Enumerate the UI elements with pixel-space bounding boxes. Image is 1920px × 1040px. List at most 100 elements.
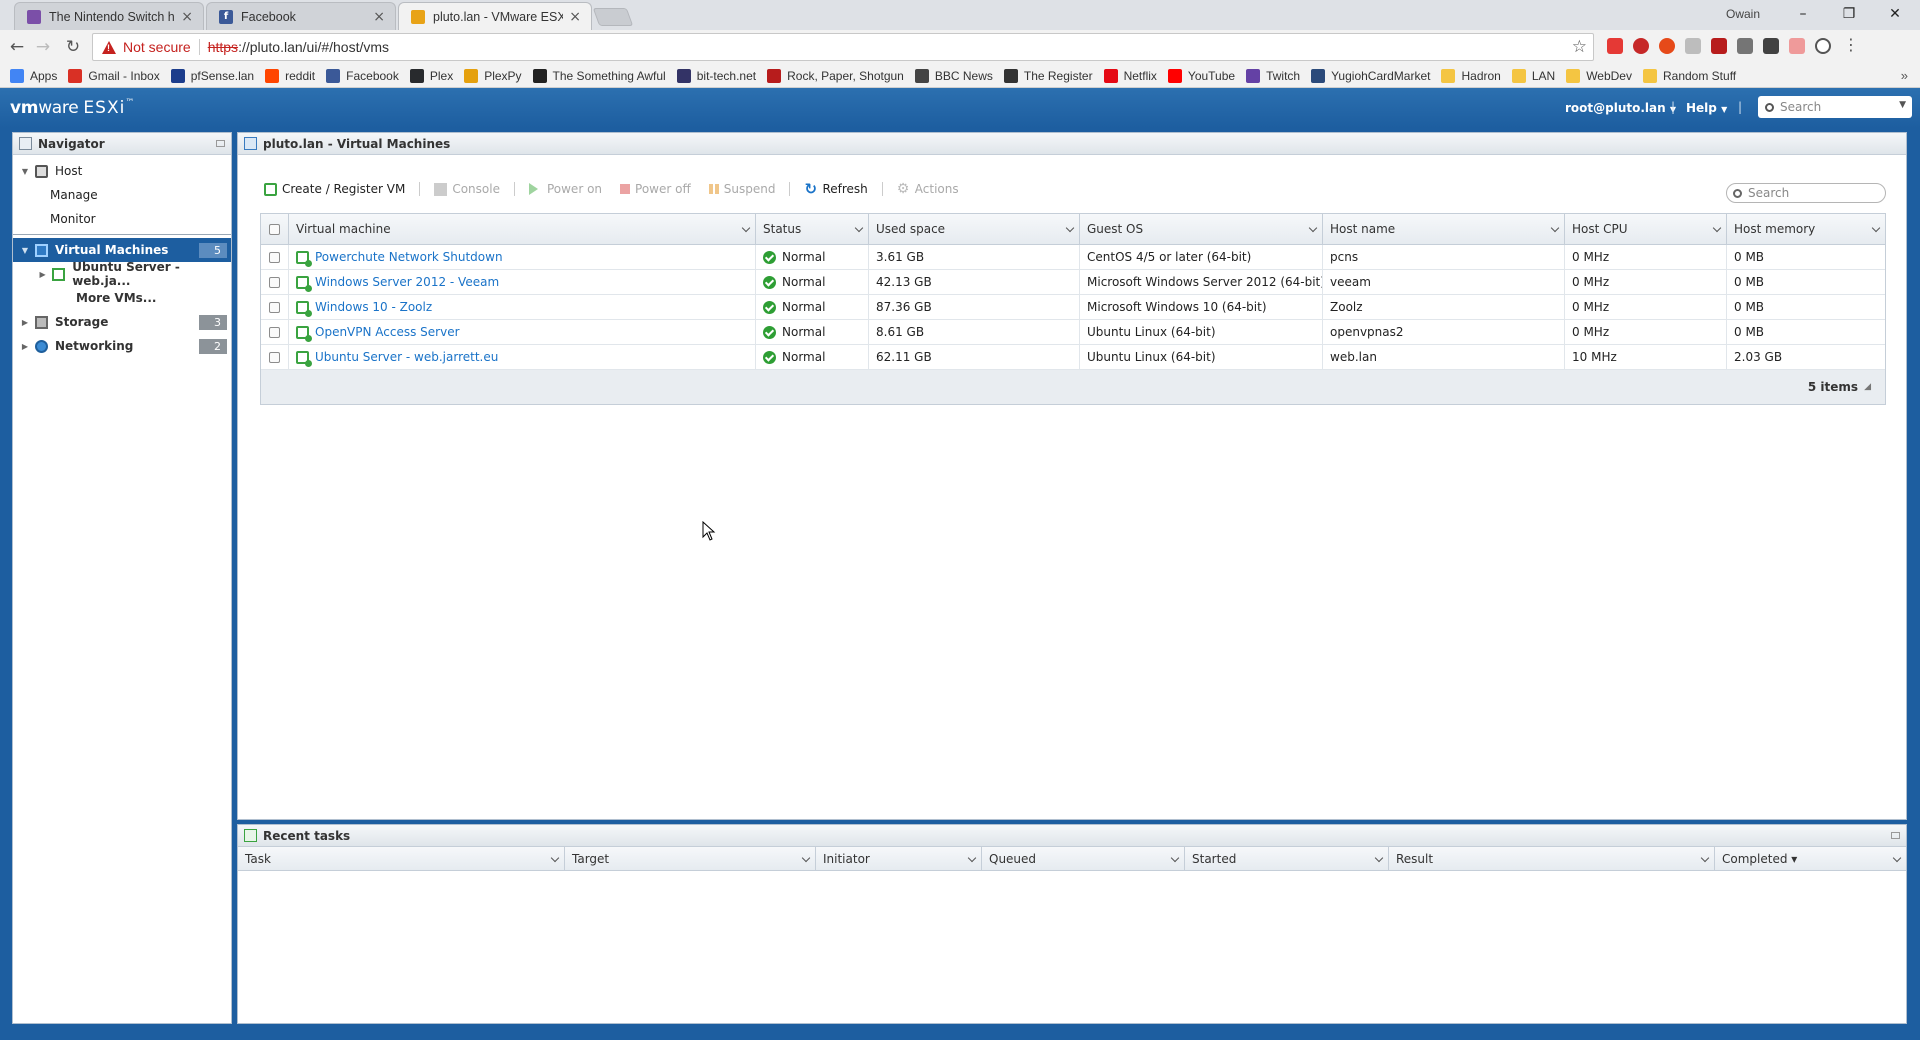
expand-triangle-icon[interactable]: ▶ — [37, 270, 48, 279]
bookmark-random-stuff[interactable]: Random Stuff — [1642, 68, 1736, 83]
select-all-checkbox[interactable] — [269, 223, 280, 235]
chevron-down-icon[interactable] — [1892, 853, 1902, 863]
vm-name-link[interactable]: Ubuntu Server - web.jarrett.eu — [315, 350, 498, 364]
expand-triangle-icon[interactable]: ▶ — [19, 318, 31, 327]
nav-monitor[interactable]: Monitor — [13, 207, 231, 231]
nav-vm-ubuntu[interactable]: ▶ Ubuntu Server - web.ja... — [13, 260, 231, 288]
column-header-used-space[interactable]: Used space — [869, 214, 1080, 244]
bookmark-reddit[interactable]: reddit — [265, 68, 315, 83]
chevron-down-icon[interactable] — [801, 853, 811, 863]
column-header-host-memory[interactable]: Host memory — [1727, 214, 1885, 244]
bookmark-yugiohcardmarket[interactable]: YugiohCardMarket — [1311, 68, 1430, 83]
row-checkbox[interactable] — [269, 251, 280, 263]
extension-icon[interactable] — [1659, 38, 1675, 54]
column-header-completed[interactable]: Completed ▾ — [1715, 847, 1906, 870]
vm-name-link[interactable]: Powerchute Network Shutdown — [315, 250, 503, 264]
suspend-button[interactable]: Suspend — [708, 182, 775, 196]
chevron-down-icon[interactable] — [1712, 223, 1722, 233]
tab-close-icon[interactable]: × — [569, 9, 581, 25]
chevron-down-icon[interactable] — [550, 853, 560, 863]
nav-host[interactable]: ▼ Host — [13, 159, 231, 183]
column-header-result[interactable]: Result — [1389, 847, 1715, 870]
nav-manage[interactable]: Manage — [13, 183, 231, 207]
table-row[interactable]: Powerchute Network Shutdown Normal 3.61 GB… — [261, 245, 1885, 270]
profile-name[interactable]: Owain — [1726, 7, 1760, 21]
bookmark-bbc-news[interactable]: BBC News — [914, 68, 993, 83]
bookmark-rock-paper-shotgun[interactable]: Rock, Paper, Shotgun — [767, 68, 904, 83]
bookmark-the-register[interactable]: The Register — [1003, 68, 1093, 83]
bookmarks-overflow-icon[interactable]: » — [1901, 68, 1908, 83]
chevron-down-icon[interactable] — [1170, 853, 1180, 863]
tab-facebook[interactable]: f Facebook × — [206, 2, 396, 30]
chevron-down-icon[interactable] — [1065, 223, 1075, 233]
bookmark-plex[interactable]: Plex — [409, 68, 453, 83]
extension-icon[interactable] — [1737, 38, 1753, 54]
nav-virtual-machines[interactable]: ▼ Virtual Machines 5 — [13, 238, 231, 262]
column-header-target[interactable]: Target — [565, 847, 816, 870]
chevron-down-icon[interactable] — [967, 853, 977, 863]
bookmark-plexpy[interactable]: PlexPy — [464, 68, 522, 83]
tab-nintendo[interactable]: The Nintendo Switch has × — [14, 2, 204, 30]
minimize-button[interactable]: – — [1780, 0, 1826, 28]
bookmark-pfsense-lan[interactable]: pfSense.lan — [170, 68, 254, 83]
back-arrow-icon[interactable]: ← — [6, 36, 28, 58]
adblock-icon[interactable] — [1633, 38, 1649, 54]
power-on-button[interactable]: Power on — [528, 182, 602, 196]
expand-triangle-icon[interactable]: ▼ — [19, 246, 31, 255]
chevron-down-icon[interactable] — [1550, 223, 1560, 233]
bookmark-lan[interactable]: LAN — [1511, 68, 1555, 83]
row-checkbox[interactable] — [269, 276, 280, 288]
reload-icon[interactable]: ↻ — [62, 36, 84, 58]
table-row[interactable]: Windows Server 2012 - Veeam Normal 42.13 G… — [261, 270, 1885, 295]
actions-menu-button[interactable]: ⚙ Actions — [897, 182, 959, 197]
bookmark-facebook[interactable]: Facebook — [326, 68, 399, 83]
chevron-down-icon[interactable] — [741, 223, 751, 233]
row-checkbox[interactable] — [269, 301, 280, 313]
power-off-button[interactable]: Power off — [620, 182, 691, 196]
user-menu[interactable]: root@pluto.lan ▼ — [1565, 101, 1676, 115]
header-search-input[interactable]: Search ▼ — [1758, 96, 1912, 118]
column-header-vm[interactable]: Virtual machine — [289, 214, 756, 244]
tab-close-icon[interactable]: × — [181, 9, 193, 25]
table-row[interactable]: Windows 10 - Zoolz Normal 87.36 GB Microsof… — [261, 295, 1885, 320]
menu-kebab-icon[interactable]: ⋮ — [1843, 35, 1859, 54]
bookmark-bit-tech-net[interactable]: bit-tech.net — [676, 68, 756, 83]
extension-icon[interactable] — [1607, 38, 1623, 54]
refresh-button[interactable]: ↻ Refresh — [804, 181, 867, 196]
bookmark-youtube[interactable]: YouTube — [1167, 68, 1235, 83]
row-checkbox[interactable] — [269, 351, 280, 363]
column-header-initiator[interactable]: Initiator — [816, 847, 982, 870]
not-secure-label[interactable]: Not secure — [123, 39, 191, 55]
chevron-down-icon[interactable]: ▼ — [1899, 100, 1906, 110]
tab-esxi[interactable]: pluto.lan - VMware ESXi × — [398, 2, 592, 30]
chevron-down-icon[interactable] — [1308, 223, 1318, 233]
nav-networking[interactable]: ▶ Networking 2 — [13, 334, 231, 358]
bookmark-star-icon[interactable]: ☆ — [1572, 37, 1587, 57]
column-header-host-name[interactable]: Host name — [1323, 214, 1565, 244]
extension-icon[interactable] — [1763, 38, 1779, 54]
console-button[interactable]: Console — [434, 182, 500, 196]
nav-more-vms[interactable]: More VMs... — [13, 286, 231, 310]
collapse-icon[interactable] — [1891, 832, 1900, 839]
vm-name-link[interactable]: Windows Server 2012 - Veeam — [315, 275, 499, 289]
vm-name-link[interactable]: Windows 10 - Zoolz — [315, 300, 432, 314]
address-bar[interactable]: Not secure https://pluto.lan/ui/#/host/v… — [92, 33, 1594, 61]
expand-triangle-icon[interactable]: ▼ — [19, 167, 31, 176]
bookmark-gmail-inbox[interactable]: Gmail - Inbox — [68, 68, 160, 83]
column-header-started[interactable]: Started — [1185, 847, 1389, 870]
close-window-button[interactable]: ✕ — [1872, 0, 1918, 28]
vm-search-input[interactable]: Search — [1726, 183, 1886, 203]
bookmark-netflix[interactable]: Netflix — [1103, 68, 1157, 83]
help-menu[interactable]: Help ▼ — [1686, 101, 1727, 115]
ublock-icon[interactable] — [1711, 38, 1727, 54]
chevron-down-icon[interactable] — [1700, 853, 1710, 863]
restore-button[interactable]: ❐ — [1826, 0, 1872, 28]
table-row[interactable]: Ubuntu Server - web.jarrett.eu Normal 62.1… — [261, 345, 1885, 370]
row-checkbox[interactable] — [269, 326, 280, 338]
vm-name-link[interactable]: OpenVPN Access Server — [315, 325, 460, 339]
chevron-down-icon[interactable] — [1374, 853, 1384, 863]
tab-close-icon[interactable]: × — [373, 9, 385, 25]
column-header-guest-os[interactable]: Guest OS — [1080, 214, 1323, 244]
chevron-down-icon[interactable] — [1871, 223, 1881, 233]
table-row[interactable]: OpenVPN Access Server Normal 8.61 GB Ubuntu… — [261, 320, 1885, 345]
